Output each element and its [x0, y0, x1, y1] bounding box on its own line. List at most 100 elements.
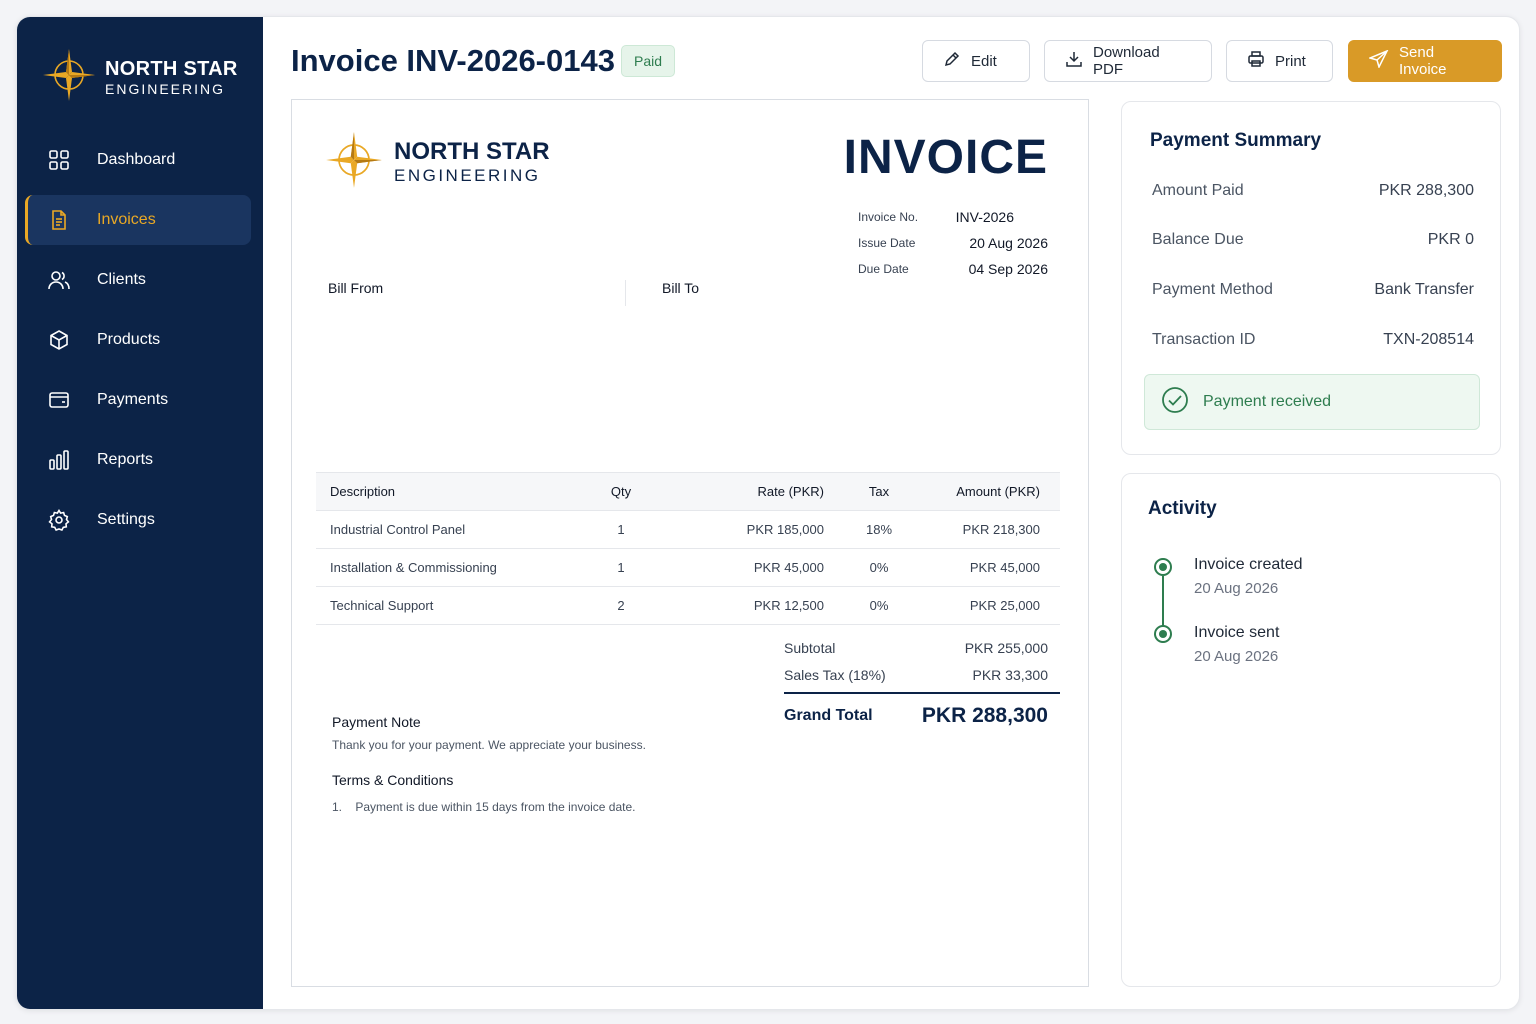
gear-icon	[47, 508, 71, 532]
timeline-dot-icon	[1154, 625, 1172, 643]
sidebar-item-dashboard[interactable]: Dashboard	[25, 135, 251, 185]
meta-issue-date: Issue Date 20 Aug 2026	[858, 230, 1048, 256]
activity-title: Activity	[1148, 498, 1217, 519]
summary-label: Payment Method	[1152, 281, 1273, 298]
column-header-description: Description	[316, 472, 566, 511]
bill-from-label: Bill From	[328, 280, 384, 296]
cell-qty: 1	[566, 510, 676, 549]
meta-value: 04 Sep 2026	[968, 261, 1048, 277]
sales-tax-label: Sales Tax (18%)	[784, 666, 886, 683]
payment-summary-card: Payment Summary Amount Paid PKR 288,300 …	[1121, 101, 1501, 455]
line-items-table: Description Qty Rate (PKR) Tax Amount (P…	[316, 472, 1060, 625]
sidebar-item-clients[interactable]: Clients	[25, 255, 251, 305]
sidebar-item-label: Reports	[97, 451, 154, 468]
summary-value: PKR 0	[1427, 231, 1474, 248]
sidebar-item-settings[interactable]: Settings	[25, 495, 251, 545]
terms-item-number: 1.	[332, 800, 356, 814]
timeline-line	[1162, 576, 1164, 632]
sidebar-item-label: Clients	[97, 271, 146, 288]
send-invoice-label: Send Invoice	[1399, 44, 1447, 78]
cell-description: Technical Support	[316, 586, 566, 625]
totals-divider	[784, 692, 1060, 694]
summary-label: Balance Due	[1152, 231, 1244, 248]
cell-description: Installation & Commissioning	[316, 548, 566, 587]
sidebar-item-label: Dashboard	[97, 151, 176, 168]
sidebar-nav: Dashboard Invoices Clients Products Paym…	[25, 135, 251, 555]
pencil-icon	[943, 50, 961, 72]
cell-rate: PKR 12,500	[676, 586, 824, 625]
sidebar-item-invoices[interactable]: Invoices	[25, 195, 251, 245]
status-badge: Paid	[621, 45, 676, 77]
sidebar-item-payments[interactable]: Payments	[25, 375, 251, 425]
cell-qty: 2	[566, 586, 676, 625]
table-row: Technical Support 2 PKR 12,500 0% PKR 25…	[316, 586, 1060, 625]
invoice-meta: Invoice No. INV-2026 Issue Date 20 Aug 2…	[858, 204, 1048, 282]
brand-text: NORTH STAR ENGINEERING	[105, 58, 238, 98]
summary-row-balance-due: Balance Due PKR 0	[1152, 231, 1474, 249]
bill-divider	[625, 280, 626, 306]
paper-plane-icon	[1367, 49, 1389, 72]
invoice-brand: NORTH STAR ENGINEERING	[324, 130, 550, 195]
timeline-dot-icon	[1154, 558, 1172, 576]
sidebar-brand[interactable]: NORTH STAR ENGINEERING	[41, 47, 238, 108]
app-window: NORTH STAR ENGINEERING Dashboard Invoice…	[16, 16, 1520, 1010]
meta-label: Issue Date	[858, 236, 916, 250]
grand-total-row: Grand Total PKR 288,300	[784, 704, 1060, 728]
cell-description: Industrial Control Panel	[316, 510, 566, 549]
print-button[interactable]: Print	[1226, 40, 1333, 82]
send-invoice-button[interactable]: Send Invoice	[1348, 40, 1502, 82]
invoice-heading: INVOICE	[843, 131, 1048, 184]
payment-received-banner: Payment received	[1144, 374, 1480, 430]
column-header-rate: Rate (PKR)	[676, 472, 824, 511]
summary-label: Amount Paid	[1152, 182, 1244, 199]
meta-value: 20 Aug 2026	[969, 235, 1048, 251]
main-content: Invoice INV-2026-0143 Paid Edit Download…	[263, 17, 1519, 1009]
sidebar-item-label: Settings	[97, 511, 155, 528]
grand-total-value: PKR 288,300	[921, 704, 1048, 727]
subtotal-value: PKR 255,000	[964, 639, 1048, 656]
column-header-qty: Qty	[566, 472, 676, 511]
payment-note-text: Thank you for your payment. We appreciat…	[332, 738, 646, 752]
cell-amount: PKR 218,300	[934, 510, 1060, 549]
terms-title: Terms & Conditions	[332, 772, 454, 788]
download-pdf-button[interactable]: Download PDF	[1044, 40, 1212, 82]
activity-card: Activity Invoice created 20 Aug 2026 Inv…	[1121, 473, 1501, 987]
sales-tax-value: PKR 33,300	[972, 666, 1049, 683]
edit-button[interactable]: Edit	[922, 40, 1030, 82]
edit-button-label: Edit	[971, 52, 997, 70]
sidebar-item-products[interactable]: Products	[25, 315, 251, 365]
summary-row-amount-paid: Amount Paid PKR 288,300	[1152, 182, 1474, 200]
sidebar-item-label: Invoices	[97, 211, 156, 228]
table-row: Installation & Commissioning 1 PKR 45,00…	[316, 548, 1060, 587]
invoice-document: NORTH STAR ENGINEERING INVOICE Invoice N…	[291, 99, 1089, 987]
payment-note-title: Payment Note	[332, 714, 421, 730]
subtotal-label: Subtotal	[784, 639, 836, 656]
subtotal-row: Subtotal PKR 255,000	[784, 634, 1060, 661]
cell-rate: PKR 45,000	[676, 548, 824, 587]
invoice-brand-line1: NORTH STAR	[394, 137, 550, 165]
document-icon	[47, 208, 71, 232]
sidebar-item-reports[interactable]: Reports	[25, 435, 251, 485]
users-icon	[47, 268, 71, 292]
activity-item: Invoice created 20 Aug 2026	[1194, 556, 1303, 597]
summary-value: Bank Transfer	[1374, 281, 1474, 298]
compass-star-logo-icon	[41, 47, 97, 108]
activity-item: Invoice sent 20 Aug 2026	[1194, 624, 1279, 665]
download-pdf-label: Download PDF	[1093, 44, 1160, 78]
cell-tax: 0%	[824, 548, 934, 587]
meta-label: Due Date	[858, 262, 909, 276]
summary-row-payment-method: Payment Method Bank Transfer	[1152, 281, 1474, 299]
sidebar-item-label: Products	[97, 331, 161, 348]
invoice-brand-line2: ENGINEERING	[394, 165, 541, 185]
table-row: Industrial Control Panel 1 PKR 185,000 1…	[316, 510, 1060, 549]
printer-icon	[1247, 50, 1265, 72]
invoice-totals: Subtotal PKR 255,000 Sales Tax (18%) PKR…	[784, 634, 1060, 728]
invoice-brand-text: NORTH STAR ENGINEERING	[394, 137, 550, 187]
check-circle-icon	[1161, 386, 1189, 419]
bar-chart-icon	[47, 448, 71, 472]
cell-tax: 18%	[824, 510, 934, 549]
cell-qty: 1	[566, 548, 676, 587]
activity-event: Invoice created	[1194, 556, 1303, 573]
bill-to-label: Bill To	[662, 280, 700, 296]
payment-summary-title: Payment Summary	[1150, 130, 1322, 151]
